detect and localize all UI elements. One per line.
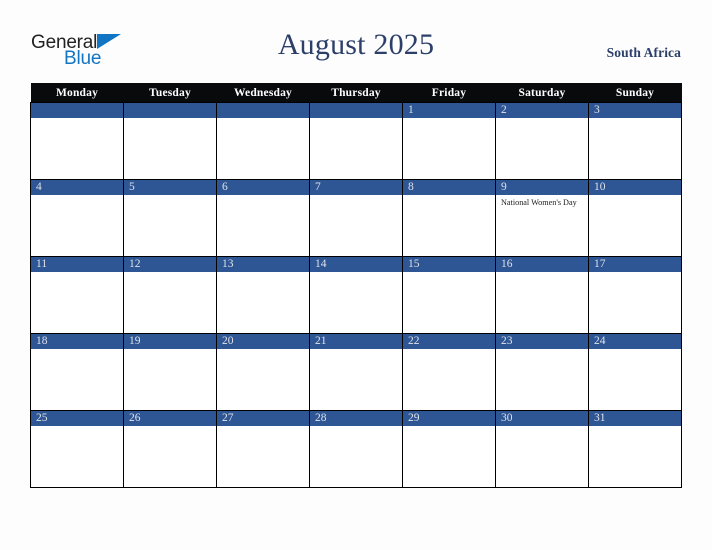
day-number (124, 103, 216, 118)
calendar-day-cell[interactable]: 20 (216, 333, 310, 411)
day-number (31, 103, 123, 118)
calendar-day-cell[interactable]: 4 (30, 179, 124, 257)
day-number: 12 (124, 257, 216, 272)
day-number: 19 (124, 334, 216, 349)
day-number: 4 (31, 180, 123, 195)
weekday-header-monday: Monday (30, 83, 124, 103)
day-number: 1 (403, 103, 495, 118)
day-number: 28 (310, 411, 402, 426)
weekday-header-row: Monday Tuesday Wednesday Thursday Friday… (30, 83, 682, 103)
calendar-day-cell[interactable]: 6 (216, 179, 310, 257)
day-number: 11 (31, 257, 123, 272)
calendar-day-cell[interactable]: 19 (123, 333, 217, 411)
day-number: 16 (496, 257, 588, 272)
day-number (217, 103, 309, 118)
calendar-day-cell[interactable]: 26 (123, 410, 217, 488)
day-number: 20 (217, 334, 309, 349)
day-events: National Women's Day (496, 195, 588, 209)
calendar-grid: Monday Tuesday Wednesday Thursday Friday… (30, 83, 682, 488)
day-number: 21 (310, 334, 402, 349)
day-number: 29 (403, 411, 495, 426)
weekday-header-wednesday: Wednesday (216, 83, 310, 103)
day-number: 22 (403, 334, 495, 349)
calendar-day-cell[interactable]: 10 (588, 179, 682, 257)
calendar-day-cell[interactable]: 1 (402, 102, 496, 180)
weekday-header-tuesday: Tuesday (123, 83, 217, 103)
calendar-day-cell[interactable]: 7 (309, 179, 403, 257)
calendar-day-cell[interactable]: 24 (588, 333, 682, 411)
calendar-week-row: 123 (30, 102, 682, 180)
calendar-empty-cell (30, 102, 124, 180)
day-number: 5 (124, 180, 216, 195)
calendar-empty-cell (309, 102, 403, 180)
calendar-week-row: 18 19 20 21 22 23 24 (30, 333, 682, 411)
calendar-day-cell[interactable]: 11 (30, 256, 124, 334)
page-header: General Blue August 2025 South Africa (0, 0, 712, 84)
day-number: 10 (589, 180, 681, 195)
calendar-week-row: 4 5 6 7 8 9 National Women's Day 10 (30, 179, 682, 257)
day-number: 27 (217, 411, 309, 426)
calendar-week-row: 25 26 27 28 29 30 31 (30, 410, 682, 488)
calendar-page: General Blue August 2025 South Africa Mo… (0, 0, 712, 550)
day-number (310, 103, 402, 118)
country-label: South Africa (606, 45, 681, 60)
calendar-day-cell[interactable]: 30 (495, 410, 589, 488)
calendar-day-cell[interactable]: 23 (495, 333, 589, 411)
weekday-header-thursday: Thursday (309, 83, 403, 103)
day-number: 3 (589, 103, 681, 118)
day-number: 17 (589, 257, 681, 272)
calendar-day-cell[interactable]: 28 (309, 410, 403, 488)
day-number: 2 (496, 103, 588, 118)
calendar-day-cell[interactable]: 25 (30, 410, 124, 488)
calendar-day-cell[interactable]: 22 (402, 333, 496, 411)
calendar-day-cell[interactable]: 21 (309, 333, 403, 411)
day-number: 26 (124, 411, 216, 426)
weekday-header-saturday: Saturday (495, 83, 589, 103)
calendar-empty-cell (216, 102, 310, 180)
calendar-day-cell[interactable]: 3 (588, 102, 682, 180)
day-number: 9 (496, 180, 588, 195)
calendar-day-cell[interactable]: 29 (402, 410, 496, 488)
calendar-day-cell[interactable]: 18 (30, 333, 124, 411)
calendar-day-cell[interactable]: 2 (495, 102, 589, 180)
calendar-day-cell[interactable]: 16 (495, 256, 589, 334)
day-number: 14 (310, 257, 402, 272)
day-number: 8 (403, 180, 495, 195)
calendar-day-cell[interactable]: 8 (402, 179, 496, 257)
calendar-day-cell[interactable]: 9 National Women's Day (495, 179, 589, 257)
day-number: 13 (217, 257, 309, 272)
day-number: 18 (31, 334, 123, 349)
page-title: August 2025 (277, 28, 435, 61)
holiday-label: National Women's Day (501, 198, 577, 207)
calendar-day-cell[interactable]: 5 (123, 179, 217, 257)
calendar-body: 1 2 3 4 5 6 7 8 9 National Women's Day 10 11 12 13 14 1… (30, 102, 682, 488)
calendar-day-cell[interactable]: 27 (216, 410, 310, 488)
calendar-week-row: 11 12 13 14 15 16 17 (30, 256, 682, 334)
day-number: 31 (589, 411, 681, 426)
day-number: 15 (403, 257, 495, 272)
calendar-day-cell[interactable]: 12 (123, 256, 217, 334)
day-number: 30 (496, 411, 588, 426)
calendar-day-cell[interactable]: 14 (309, 256, 403, 334)
calendar-day-cell[interactable]: 31 (588, 410, 682, 488)
weekday-header-sunday: Sunday (588, 83, 682, 103)
day-number: 24 (589, 334, 681, 349)
day-number: 23 (496, 334, 588, 349)
calendar-day-cell[interactable]: 17 (588, 256, 682, 334)
weekday-header-friday: Friday (402, 83, 496, 103)
day-number: 7 (310, 180, 402, 195)
day-number: 25 (31, 411, 123, 426)
calendar-day-cell[interactable]: 13 (216, 256, 310, 334)
calendar-empty-cell (123, 102, 217, 180)
calendar-day-cell[interactable]: 15 (402, 256, 496, 334)
calendar-header-row: Monday Tuesday Wednesday Thursday Friday… (30, 83, 682, 103)
day-number: 6 (217, 180, 309, 195)
